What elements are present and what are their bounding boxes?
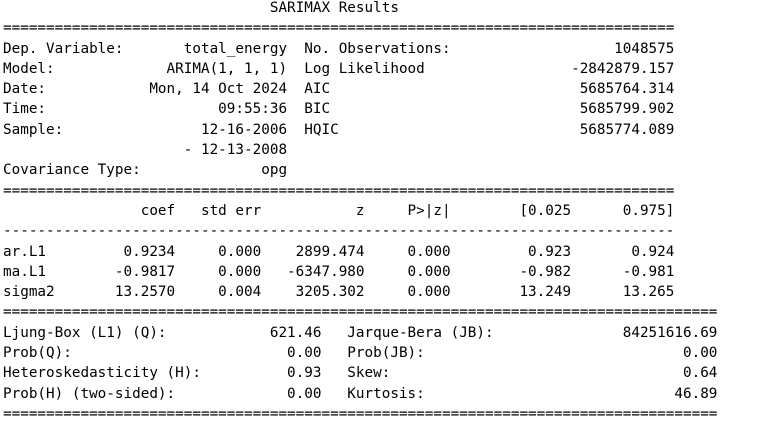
sarimax-results-report: SARIMAX Results ========================… — [3, 0, 717, 424]
rule-final: ========================================… — [3, 405, 718, 422]
rule-params-bottom: ========================================… — [3, 304, 718, 321]
model-info-row: Dep. Variable: total_energy No. Observat… — [3, 40, 675, 57]
model-info-row: Date: Mon, 14 Oct 2024 AIC 5685764.314 — [3, 81, 675, 98]
diagnostics-row: Prob(Q): 0.00 Prob(JB): 0.00 — [3, 345, 718, 362]
rule-dash: ----------------------------------------… — [3, 223, 675, 240]
diagnostics-row: Prob(H) (two-sided): 0.00 Kurtosis: 46.8… — [3, 385, 718, 402]
coef-table-row: ma.L1 -0.9817 0.000 -6347.980 0.000 -0.9… — [3, 263, 675, 280]
diagnostics-row: Ljung-Box (L1) (Q): 621.46 Jarque-Bera (… — [3, 324, 718, 341]
coef-table-row: ar.L1 0.9234 0.000 2899.474 0.000 0.923 … — [3, 243, 675, 260]
model-info-row: Sample: 12-16-2006 HQIC 5685774.089 — [3, 121, 675, 138]
rule-top: ========================================… — [3, 20, 675, 37]
rule-mid: ========================================… — [3, 182, 675, 199]
model-info-row: - 12-13-2008 — [3, 142, 288, 159]
model-info-row: Model: ARIMA(1, 1, 1) Log Likelihood -28… — [3, 60, 675, 77]
coef-table-header: coef std err z P>|z| [0.025 0.975] — [3, 202, 675, 219]
report-title: SARIMAX Results — [3, 0, 675, 16]
diagnostics-row: Heteroskedasticity (H): 0.93 Skew: 0.64 — [3, 365, 718, 382]
model-info-row: Time: 09:55:36 BIC 5685799.902 — [3, 101, 675, 118]
coef-table-row: sigma2 13.2570 0.004 3205.302 0.000 13.2… — [3, 284, 675, 301]
model-info-row: Covariance Type: opg — [3, 162, 288, 179]
